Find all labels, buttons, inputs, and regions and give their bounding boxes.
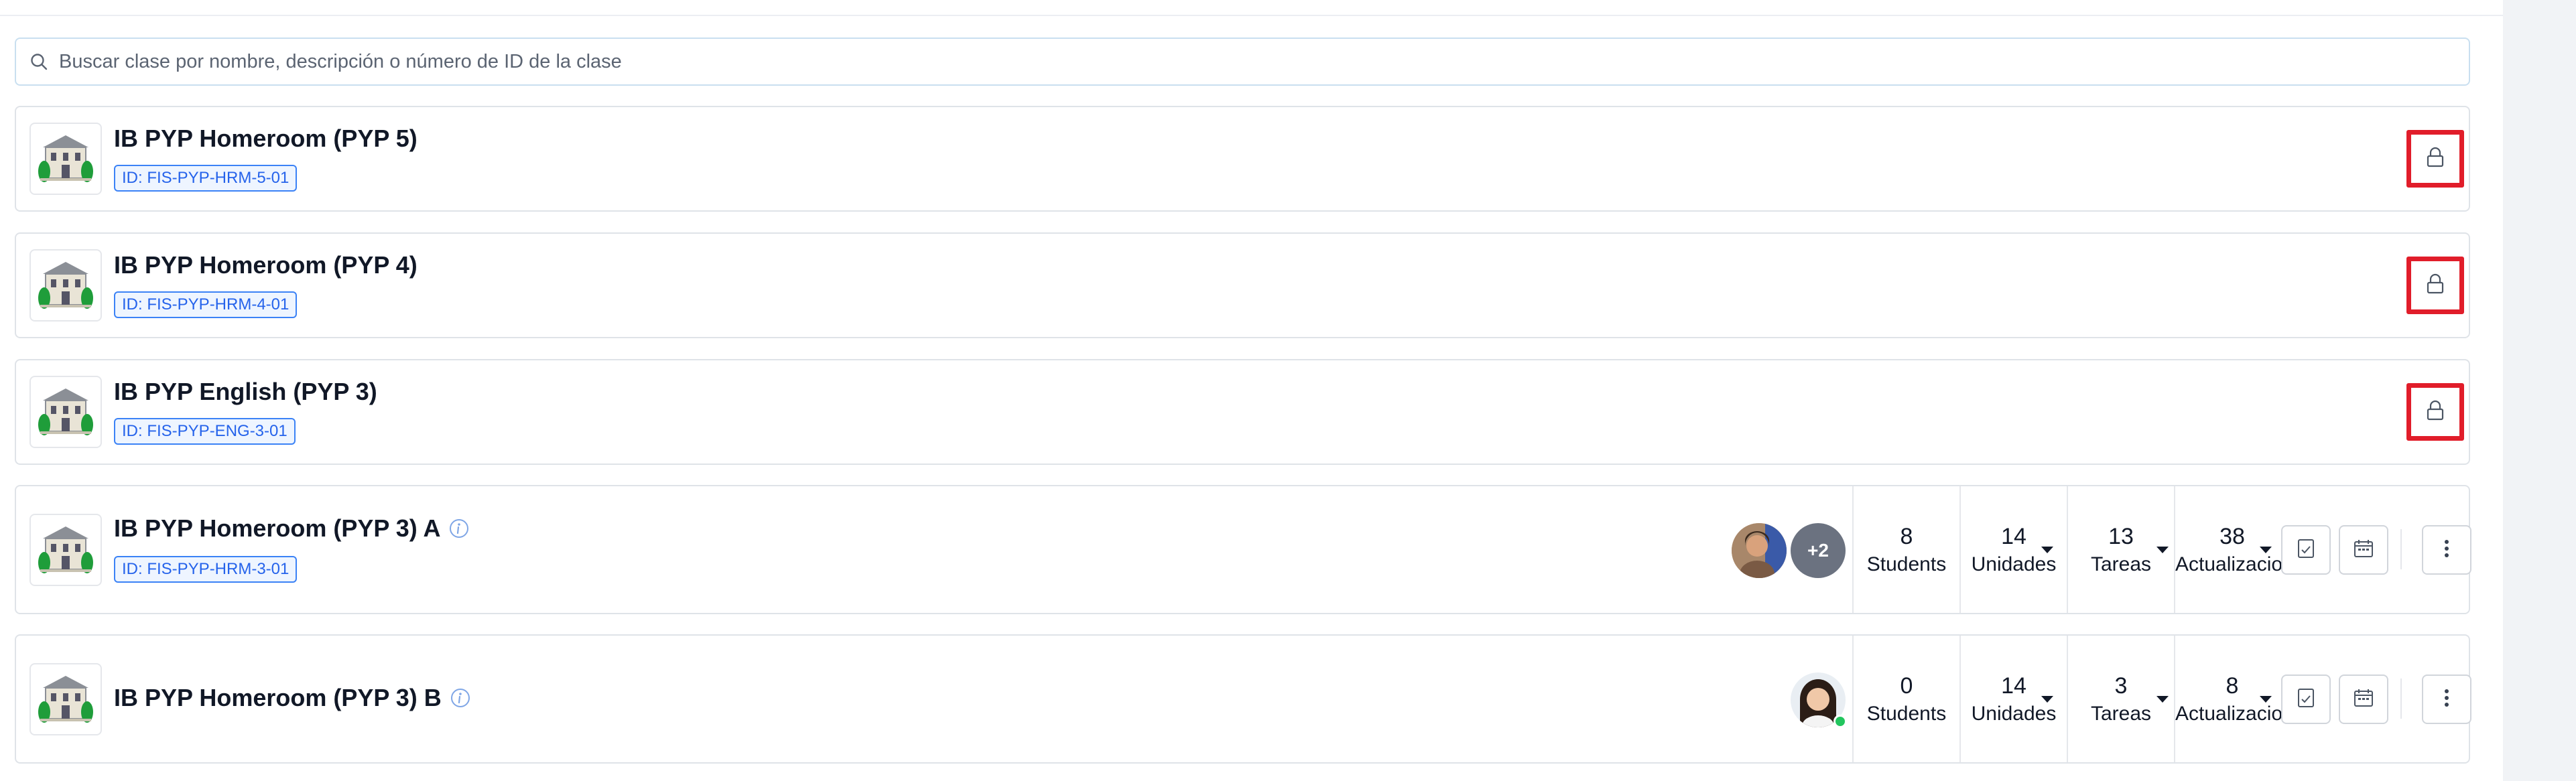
class-card[interactable]: IB PYP Homeroom (PYP 3) A ID: FIS-PYP-HR… xyxy=(15,485,2471,614)
gradebook-icon xyxy=(2295,537,2317,563)
lock-button[interactable] xyxy=(2406,383,2464,441)
caret-down-icon[interactable] xyxy=(2260,696,2272,703)
updates-label: Actualizaciones xyxy=(2175,553,2289,575)
caret-down-icon[interactable] xyxy=(2041,547,2053,553)
lock-icon xyxy=(2424,399,2447,425)
class-title[interactable]: IB PYP English (PYP 3) xyxy=(114,378,377,406)
caret-down-icon[interactable] xyxy=(2156,696,2169,703)
lock-icon xyxy=(2424,146,2447,172)
units-count: 14 xyxy=(2001,523,2026,549)
units-label: Unidades xyxy=(1971,553,2057,575)
more-options-button[interactable] xyxy=(2422,674,2471,724)
right-gutter xyxy=(2503,0,2576,781)
divider xyxy=(2400,529,2402,569)
tasks-count: 13 xyxy=(2108,523,2134,549)
calendar-icon xyxy=(2352,537,2375,563)
units-label: Unidades xyxy=(1971,702,2057,725)
units-stat[interactable]: 14 Unidades xyxy=(1961,636,2068,762)
updates-stat[interactable]: 38 Actualizaciones xyxy=(2175,486,2289,613)
class-title[interactable]: IB PYP Homeroom (PYP 3) B xyxy=(114,684,442,712)
lock-button[interactable] xyxy=(2406,257,2464,314)
caret-down-icon[interactable] xyxy=(2041,696,2053,703)
search-icon xyxy=(29,52,50,72)
tasks-label: Tareas xyxy=(2090,702,2152,725)
class-stats: 0 Students 14 Unidades 3 Tareas 8 Actual… xyxy=(1852,636,2289,762)
class-title[interactable]: IB PYP Homeroom (PYP 3) A xyxy=(114,514,440,543)
students-label: Students xyxy=(1866,553,1947,575)
school-building-icon xyxy=(29,663,102,735)
more-vertical-icon xyxy=(2443,537,2450,563)
updates-stat[interactable]: 8 Actualizaciones xyxy=(2175,636,2289,762)
units-stat[interactable]: 14 Unidades xyxy=(1961,486,2068,613)
school-building-icon xyxy=(29,376,102,448)
tasks-label: Tareas xyxy=(2090,553,2152,575)
units-count: 14 xyxy=(2001,672,2026,699)
tasks-stat[interactable]: 3 Tareas xyxy=(2068,636,2175,762)
class-id-badge: ID: FIS-PYP-ENG-3-01 xyxy=(114,418,296,445)
class-card[interactable]: IB PYP Homeroom (PYP 3) B 0 Students 14 … xyxy=(15,634,2471,764)
caret-down-icon[interactable] xyxy=(2156,547,2169,553)
school-building-icon xyxy=(29,514,102,586)
gradebook-icon xyxy=(2295,687,2317,713)
lock-icon xyxy=(2424,273,2447,299)
teacher-avatar[interactable] xyxy=(1732,523,1787,578)
updates-label: Actualizaciones xyxy=(2175,702,2289,725)
search-input[interactable] xyxy=(59,42,2469,82)
students-stat[interactable]: 0 Students xyxy=(1854,636,1961,762)
gradebook-button[interactable] xyxy=(2281,674,2331,724)
school-building-icon xyxy=(29,123,102,195)
class-title-row: IB PYP Homeroom (PYP 3) A xyxy=(114,514,470,543)
gradebook-button[interactable] xyxy=(2281,525,2331,575)
class-card[interactable]: IB PYP Homeroom (PYP 5) ID: FIS-PYP-HRM-… xyxy=(15,106,2470,212)
class-id-badge: ID: FIS-PYP-HRM-4-01 xyxy=(114,291,298,318)
class-title-row: IB PYP Homeroom (PYP 3) B xyxy=(114,684,471,712)
class-title[interactable]: IB PYP Homeroom (PYP 5) xyxy=(114,125,417,153)
students-stat[interactable]: 8 Students xyxy=(1854,486,1961,613)
info-icon[interactable] xyxy=(448,518,470,539)
updates-count: 38 xyxy=(2219,523,2245,549)
info-icon[interactable] xyxy=(450,687,471,709)
class-stats: 8 Students 14 Unidades 13 Tareas 38 Actu… xyxy=(1852,486,2289,613)
more-vertical-icon xyxy=(2443,687,2450,713)
school-building-icon xyxy=(29,249,102,322)
updates-count: 8 xyxy=(2226,672,2239,699)
class-id-badge: ID: FIS-PYP-HRM-5-01 xyxy=(114,165,298,192)
more-options-button[interactable] xyxy=(2422,525,2471,575)
class-id-badge: ID: FIS-PYP-HRM-3-01 xyxy=(114,556,298,583)
calendar-button[interactable] xyxy=(2339,674,2388,724)
calendar-icon xyxy=(2352,687,2375,713)
calendar-button[interactable] xyxy=(2339,525,2388,575)
tasks-stat[interactable]: 13 Tareas xyxy=(2068,486,2175,613)
students-count: 8 xyxy=(1900,523,1913,549)
class-card[interactable]: IB PYP Homeroom (PYP 4) ID: FIS-PYP-HRM-… xyxy=(15,232,2470,338)
class-card[interactable]: IB PYP English (PYP 3) ID: FIS-PYP-ENG-3… xyxy=(15,359,2470,465)
class-title[interactable]: IB PYP Homeroom (PYP 4) xyxy=(114,251,417,279)
class-search-bar[interactable] xyxy=(15,38,2470,86)
online-status-indicator xyxy=(1833,715,1847,728)
lock-button[interactable] xyxy=(2406,130,2464,188)
students-count: 0 xyxy=(1900,672,1913,699)
students-label: Students xyxy=(1866,702,1947,725)
top-bar xyxy=(0,0,2503,16)
tasks-count: 3 xyxy=(2114,672,2128,699)
caret-down-icon[interactable] xyxy=(2260,547,2272,553)
more-teachers-avatar[interactable]: +2 xyxy=(1791,523,1846,578)
divider xyxy=(2400,679,2402,719)
